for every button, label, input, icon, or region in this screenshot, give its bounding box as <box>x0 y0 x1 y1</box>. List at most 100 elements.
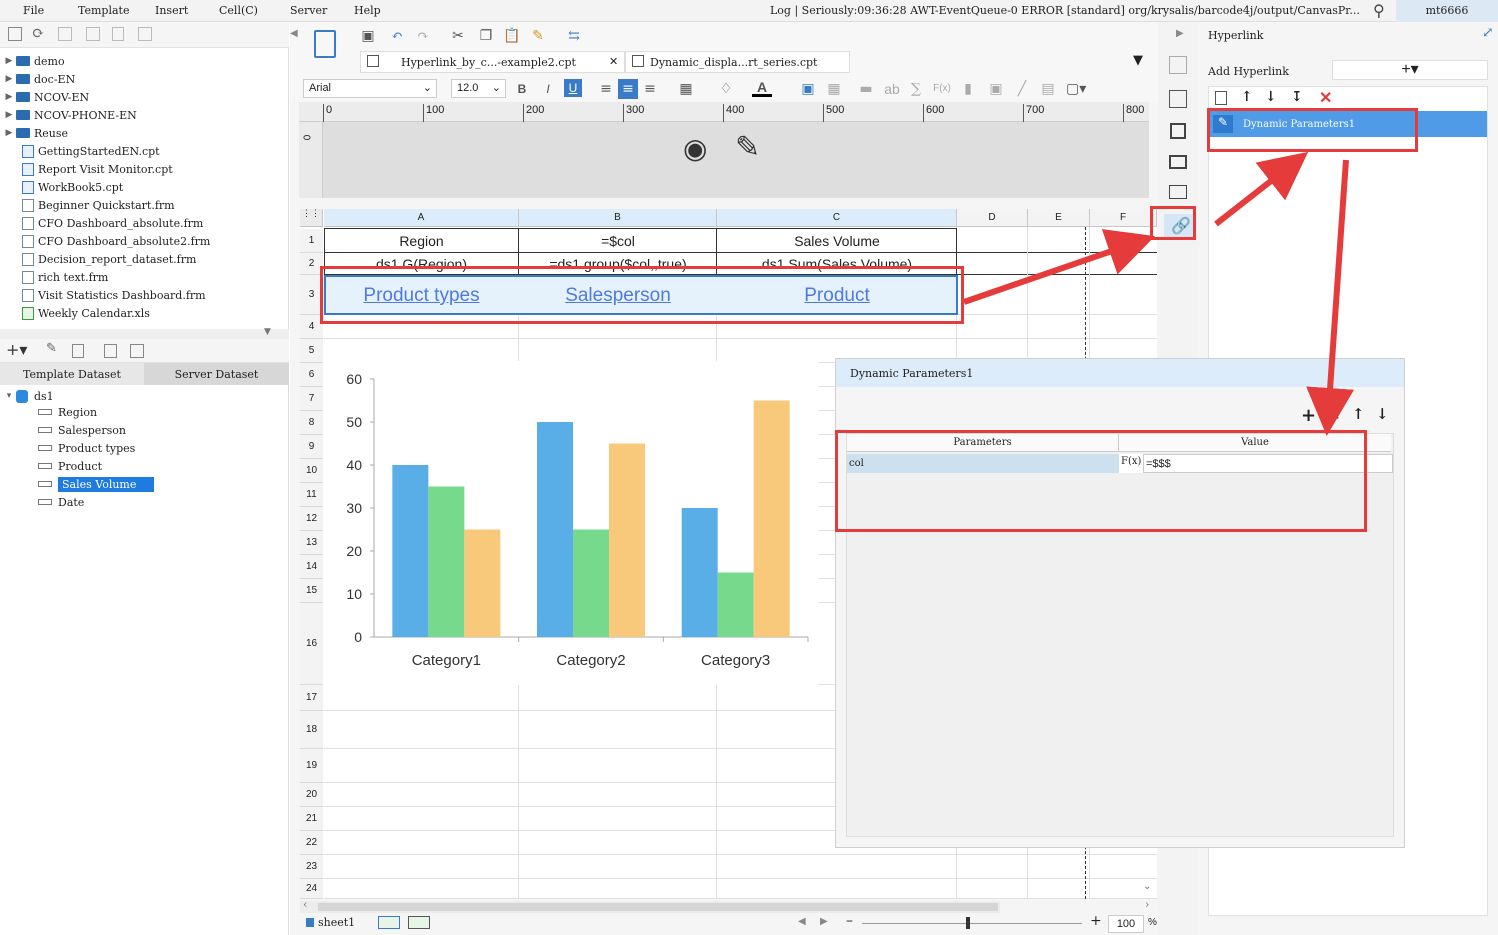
field-item[interactable]: Date <box>38 493 84 511</box>
scroll-thumb[interactable] <box>318 903 998 911</box>
row-header[interactable]: 12 <box>300 507 323 531</box>
tree-file[interactable]: CFO Dashboard_absolute2.frm <box>22 232 210 250</box>
scroll-right-icon[interactable]: › <box>1145 898 1149 911</box>
menu-template[interactable]: Template <box>78 4 129 17</box>
bar-chart[interactable]: 0 10 20 30 40 50 60 Category1 Category2 Category3 <box>324 361 818 685</box>
tree-file[interactable]: Visit Statistics Dashboard.frm <box>22 286 206 304</box>
row-header[interactable]: 9 <box>300 435 323 459</box>
panel-splitter[interactable]: ▼ <box>0 327 289 339</box>
template-icon[interactable] <box>314 30 336 58</box>
column-header[interactable]: F <box>1090 209 1157 227</box>
copy-cell-icon[interactable]: ❐ <box>476 26 496 46</box>
column-header[interactable]: D <box>957 209 1028 227</box>
tree-file[interactable]: Weekly Calendar.xls <box>22 304 150 322</box>
fx-icon[interactable]: F(x) <box>932 79 952 99</box>
widget-icon[interactable] <box>1169 90 1187 108</box>
tab-menu-icon[interactable]: ▼ <box>1133 53 1143 68</box>
paste-icon[interactable]: 📋 <box>502 26 522 46</box>
field-item[interactable]: Product <box>38 457 102 475</box>
field-item[interactable]: Sales Volume <box>38 475 154 493</box>
row-header[interactable]: 17 <box>300 685 323 711</box>
font-select[interactable]: Arial ⌄ <box>303 79 437 98</box>
bar-category1-series1[interactable] <box>392 465 429 637</box>
frame-icon[interactable]: ▢▾ <box>1066 79 1086 99</box>
scroll-left-icon[interactable]: ‹ <box>303 898 307 911</box>
tree-file[interactable]: GettingStartedEN.cpt <box>22 142 160 160</box>
user-account[interactable]: mt6666 <box>1396 0 1498 22</box>
row-header[interactable]: 20 <box>300 783 323 807</box>
sheet-tab[interactable]: sheet1 <box>306 916 355 929</box>
format-painter-icon[interactable]: ✎ <box>528 26 548 46</box>
hide-eye-icon[interactable]: ◉ <box>683 132 707 165</box>
data-column-icon[interactable] <box>1169 185 1187 199</box>
column-header[interactable]: B <box>519 209 717 227</box>
slash-icon[interactable]: ╱ <box>1012 79 1032 99</box>
bar-category2-series2[interactable] <box>573 529 609 638</box>
bar-category3-series2[interactable] <box>717 572 754 638</box>
expand-icon[interactable]: ▶ <box>4 110 14 120</box>
cut-icon[interactable]: ✂ <box>448 26 468 46</box>
menu-insert[interactable]: Insert <box>155 4 188 17</box>
edit-pencil-icon[interactable]: ✎ <box>735 130 760 165</box>
save-icon[interactable]: ▣ <box>358 26 378 46</box>
row-header[interactable]: 10 <box>300 459 323 483</box>
delete-dataset-icon[interactable] <box>72 344 84 358</box>
image-icon[interactable]: ▣ <box>986 79 1006 99</box>
zoom-slider-thumb[interactable] <box>966 917 970 929</box>
field-item[interactable]: Region <box>38 403 97 421</box>
column-header[interactable]: E <box>1028 209 1090 227</box>
bar-category3-series3[interactable] <box>753 400 790 638</box>
bar-category2-series3[interactable] <box>609 443 645 638</box>
tab-dynamic-file[interactable]: Dynamic_displa...rt_series.cpt <box>625 51 850 73</box>
row-header[interactable]: 13 <box>300 531 323 555</box>
tree-file[interactable]: Decision_report_dataset.frm <box>22 250 196 268</box>
row-header[interactable]: 1 <box>300 229 323 253</box>
hscroll-track[interactable]: ‹ <box>300 898 1000 913</box>
redo-icon[interactable]: ↷ <box>413 26 433 46</box>
delete-param-icon[interactable]: ✕ <box>1328 406 1341 424</box>
tree-file[interactable]: Beginner Quickstart.frm <box>22 196 175 214</box>
add-sheet-icon[interactable] <box>378 916 400 929</box>
zoom-slider[interactable] <box>862 923 1082 924</box>
copy-link-icon[interactable] <box>1215 91 1227 105</box>
cell-a1[interactable]: Region <box>324 229 519 253</box>
tree-file[interactable]: WorkBook5.cpt <box>22 178 123 196</box>
font-size-select[interactable]: 12.0 ⌄ <box>451 79 506 98</box>
tree-folder[interactable]: ▶ NCOV-EN <box>4 88 90 106</box>
text-icon[interactable]: ▬ <box>856 79 876 99</box>
insert-cell-icon[interactable]: ▣ <box>798 79 818 99</box>
bold-icon[interactable]: B <box>512 79 532 99</box>
tab-template-dataset[interactable]: Template Dataset <box>0 363 144 385</box>
add-hyperlink-button[interactable]: +▾ <box>1332 60 1488 80</box>
add-dataset-icon[interactable]: +▾ <box>6 340 27 359</box>
expand-icon[interactable]: ▾ <box>4 391 14 401</box>
bar-category3-series1[interactable] <box>681 508 718 637</box>
tree-folder[interactable]: ▶ doc-EN <box>4 70 76 88</box>
field-item[interactable]: Product types <box>38 439 135 457</box>
border-icon[interactable]: ▦ <box>676 79 696 99</box>
underline-icon[interactable]: U <box>564 79 582 97</box>
menu-file[interactable]: File <box>23 4 44 17</box>
cell-c1[interactable]: Sales Volume <box>717 229 957 253</box>
copy-icon[interactable] <box>138 27 152 41</box>
undo-icon[interactable]: ↶ <box>387 26 407 46</box>
tree-folder[interactable]: ▶ NCOV-PHONE-EN <box>4 106 137 124</box>
param-up-icon[interactable]: ↑ <box>1352 405 1365 423</box>
add-param-icon[interactable]: + <box>1301 405 1316 426</box>
row-header[interactable]: 18 <box>300 711 323 749</box>
font-color-icon[interactable]: A <box>752 79 772 97</box>
collapse-left-icon[interactable]: ◀ <box>290 28 298 39</box>
prev-sheet-icon[interactable]: ◀ <box>798 916 806 927</box>
row-header[interactable]: 24 <box>300 879 323 899</box>
move-up-icon[interactable]: ↑ <box>1241 89 1253 105</box>
align-center-icon[interactable]: ≡ <box>618 79 638 99</box>
tree-folder[interactable]: ▶ demo <box>4 52 65 70</box>
frame-attr-icon[interactable] <box>1170 123 1186 139</box>
open-icon[interactable] <box>58 27 72 41</box>
scroll-down-icon[interactable]: ⌄ <box>1143 881 1151 892</box>
switch-icon[interactable]: ⇆ <box>564 26 584 46</box>
row-header[interactable]: 16 <box>300 603 323 685</box>
zoom-input[interactable]: 100 <box>1108 915 1144 933</box>
row-header[interactable]: 5 <box>300 339 323 363</box>
row-header[interactable]: 22 <box>300 831 323 855</box>
